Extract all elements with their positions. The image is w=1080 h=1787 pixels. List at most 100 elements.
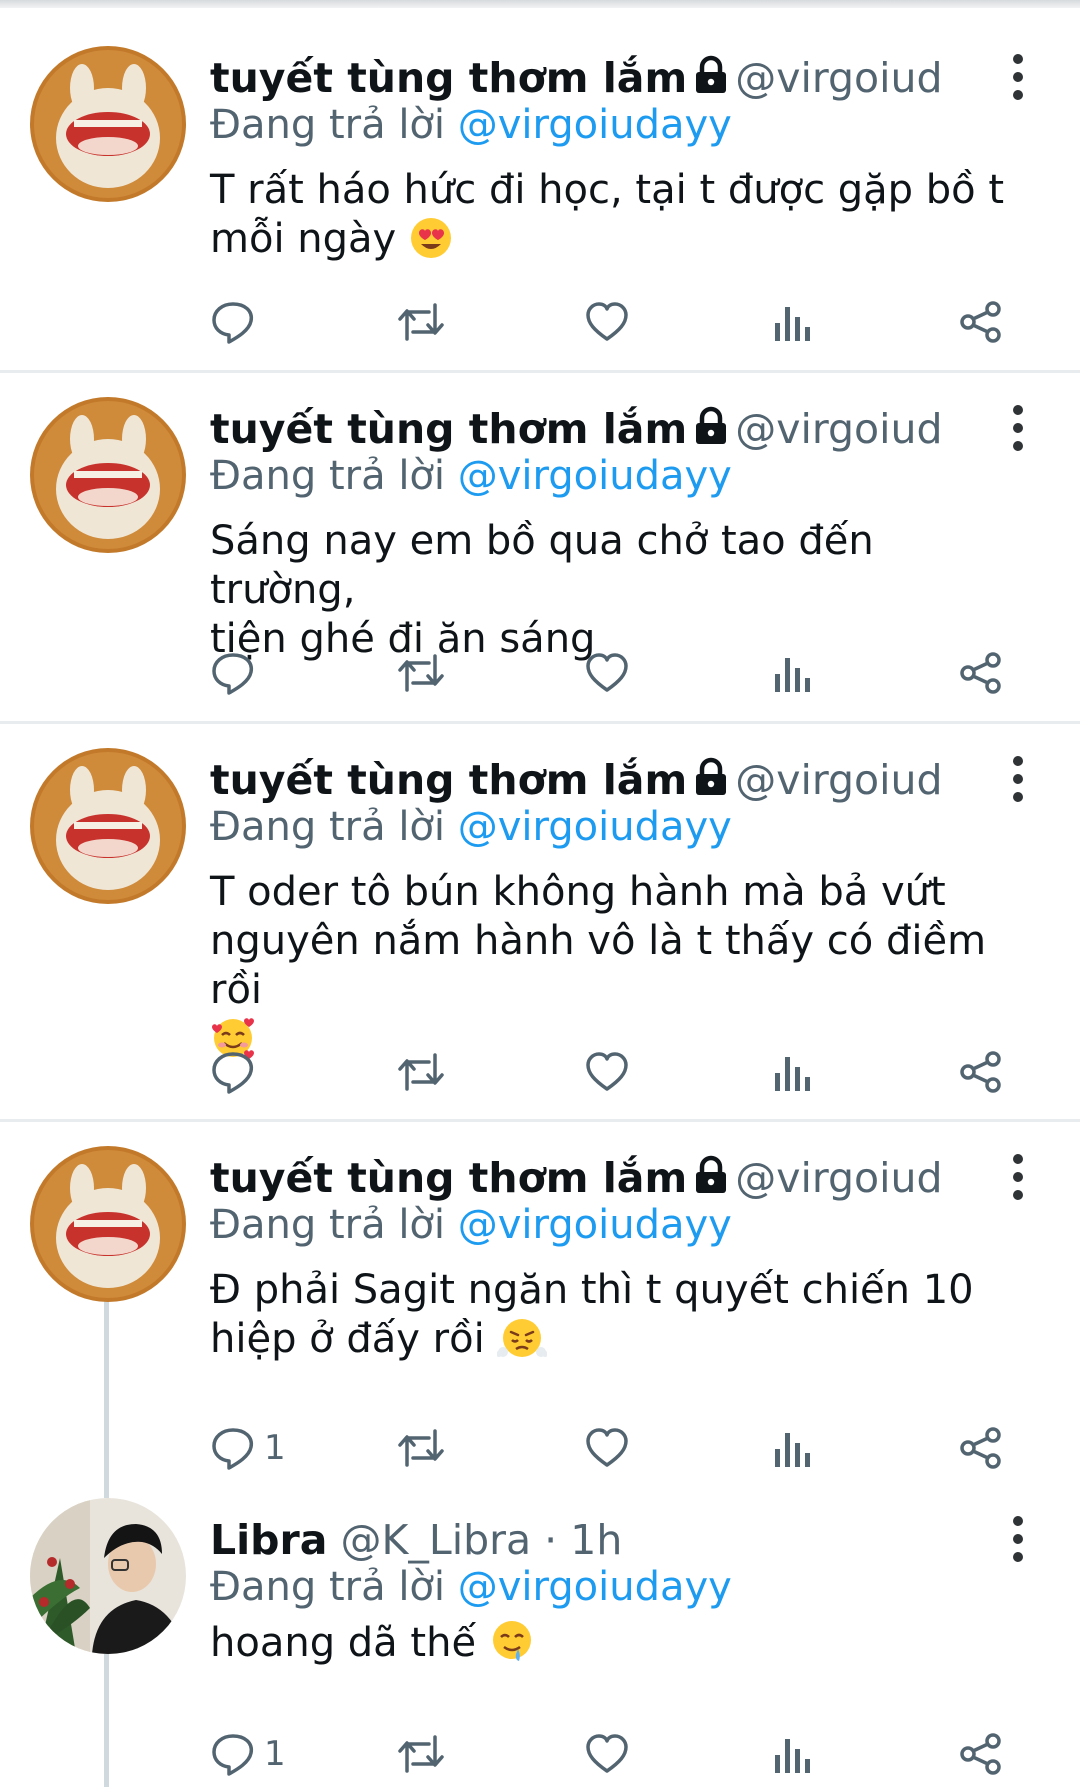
replying-to: Đang trả lời @virgoiudayy <box>210 449 732 503</box>
reply-button[interactable]: 1 <box>210 1724 286 1784</box>
views-button[interactable] <box>772 643 812 703</box>
heart-eyes-emoji <box>409 216 453 272</box>
avatar[interactable] <box>30 46 186 202</box>
timestamp[interactable]: 1h <box>570 1516 622 1564</box>
heart-icon <box>584 650 630 696</box>
share-button[interactable] <box>958 643 1004 703</box>
like-button[interactable] <box>584 1724 630 1784</box>
like-button[interactable] <box>584 1042 630 1102</box>
tweet-text: T rất háo hức đi học, tại t được gặp bồ … <box>210 166 1030 272</box>
retweet-button[interactable] <box>396 1724 446 1784</box>
reply-mention-link[interactable]: @virgoiudayy <box>458 453 732 499</box>
reply-mention-link[interactable]: @virgoiudayy <box>458 1564 732 1610</box>
tweet-text-line: T rất háo hức đi học, tại t được gặp bồ … <box>210 167 1005 213</box>
display-name[interactable]: tuyết tùng thơm lắm <box>210 54 687 102</box>
avatar[interactable] <box>30 1146 186 1302</box>
reply-mention-link[interactable]: @virgoiudayy <box>458 102 732 148</box>
replying-to: Đang trả lời @virgoiudayy <box>210 1560 732 1614</box>
reply-button[interactable]: 1 <box>210 1418 286 1478</box>
share-button[interactable] <box>958 1418 1004 1478</box>
handle[interactable]: @K_Libra <box>340 1516 531 1564</box>
retweet-button[interactable] <box>396 643 446 703</box>
tweet-4[interactable]: tuyết tùng thơm lắm @virgoiuda··· Đang tr… <box>0 1122 1080 1498</box>
tweet-text-line: T oder tô bún không hành mà bả vứt <box>210 869 946 915</box>
more-options-icon[interactable] <box>1006 405 1030 451</box>
action-bar: 1 <box>210 1418 1010 1478</box>
reply-button[interactable] <box>210 292 264 352</box>
tweet-text-line: nguyên nắm hành vô là t thấy có điềm rồi <box>210 918 987 1013</box>
avatar[interactable] <box>30 748 186 904</box>
replying-to: Đang trả lời @virgoiudayy <box>210 800 732 854</box>
display-name[interactable]: tuyết tùng thơm lắm <box>210 756 687 804</box>
avatar[interactable] <box>30 1498 186 1654</box>
views-button[interactable] <box>772 1724 812 1784</box>
share-button[interactable] <box>958 1042 1004 1102</box>
retweet-button[interactable] <box>396 1418 446 1478</box>
tweet-3[interactable]: tuyết tùng thơm lắm @virgoiuda··· Đang tr… <box>0 724 1080 1120</box>
replying-to-label: Đang trả lời <box>210 102 446 148</box>
share-icon <box>958 299 1004 345</box>
share-button[interactable] <box>958 1724 1004 1784</box>
retweet-button[interactable] <box>396 1042 446 1102</box>
display-name[interactable]: tuyết tùng thơm lắm <box>210 405 687 453</box>
replying-to-label: Đang trả lời <box>210 1564 446 1610</box>
more-options-icon[interactable] <box>1006 54 1030 100</box>
share-icon <box>958 1731 1004 1777</box>
analytics-icon <box>772 1049 812 1095</box>
analytics-icon <box>772 650 812 696</box>
replying-to-label: Đang trả lời <box>210 804 446 850</box>
reply-count: 1 <box>264 1734 286 1774</box>
retweet-icon <box>396 299 446 345</box>
like-button[interactable] <box>584 292 630 352</box>
tweet-2[interactable]: tuyết tùng thơm lắm @virgoiuda··· Đang tr… <box>0 373 1080 721</box>
retweet-icon <box>396 1731 446 1777</box>
views-button[interactable] <box>772 292 812 352</box>
more-options-icon[interactable] <box>1006 1154 1030 1200</box>
like-button[interactable] <box>584 1418 630 1478</box>
tweet-5[interactable]: Libra @K_Libra · 1h Đang trả lời @virgoi… <box>0 1498 1080 1787</box>
handle[interactable]: @virgoiuda··· <box>735 756 940 804</box>
reply-button[interactable] <box>210 1042 264 1102</box>
avatar[interactable] <box>30 397 186 553</box>
retweet-button[interactable] <box>396 292 446 352</box>
action-bar <box>210 643 1010 703</box>
reply-mention-link[interactable]: @virgoiudayy <box>458 804 732 850</box>
tweet-text-line: hiệp ở đấy rồi <box>210 1316 485 1362</box>
reply-mention-link[interactable]: @virgoiudayy <box>458 1202 732 1248</box>
reply-count: 1 <box>264 1428 286 1468</box>
tweet-text-line: mỗi ngày <box>210 216 397 262</box>
retweet-icon <box>396 1425 446 1471</box>
more-options-icon[interactable] <box>1006 756 1030 802</box>
action-bar <box>210 292 1010 352</box>
analytics-icon <box>772 1731 812 1777</box>
reply-icon <box>210 299 256 345</box>
action-bar: 1 <box>210 1724 1010 1784</box>
reply-icon <box>210 1049 256 1095</box>
action-bar <box>210 1042 1010 1102</box>
tweet-text: hoang dã thế <box>210 1618 1030 1676</box>
display-name[interactable]: tuyết tùng thơm lắm <box>210 1154 687 1202</box>
handle[interactable]: @virgoiuda··· <box>735 405 940 453</box>
tweet-text-line: Đ phải Sagit ngăn thì t quyết chiến 10 <box>210 1267 974 1313</box>
reply-icon <box>210 650 256 696</box>
handle[interactable]: @virgoiuda··· <box>735 1154 940 1202</box>
reply-button[interactable] <box>210 643 264 703</box>
replying-to: Đang trả lời @virgoiudayy <box>210 98 732 152</box>
share-icon <box>958 1425 1004 1471</box>
share-button[interactable] <box>958 292 1004 352</box>
heart-icon <box>584 299 630 345</box>
tweet-1[interactable]: tuyết tùng thơm lắm @virgoiuda··· Đang tr… <box>0 0 1080 372</box>
views-button[interactable] <box>772 1418 812 1478</box>
heart-icon <box>584 1049 630 1095</box>
separator-dot: · <box>544 1516 558 1564</box>
tweet-text-line: Sáng nay em bồ qua chở tao đến trường, <box>210 518 874 613</box>
handle[interactable]: @virgoiuda··· <box>735 54 940 102</box>
display-name[interactable]: Libra <box>210 1516 327 1564</box>
like-button[interactable] <box>584 643 630 703</box>
retweet-icon <box>396 650 446 696</box>
retweet-icon <box>396 1049 446 1095</box>
heart-icon <box>584 1425 630 1471</box>
tweet-text: Sáng nay em bồ qua chở tao đến trường, t… <box>210 517 1030 664</box>
more-options-icon[interactable] <box>1006 1516 1030 1562</box>
views-button[interactable] <box>772 1042 812 1102</box>
